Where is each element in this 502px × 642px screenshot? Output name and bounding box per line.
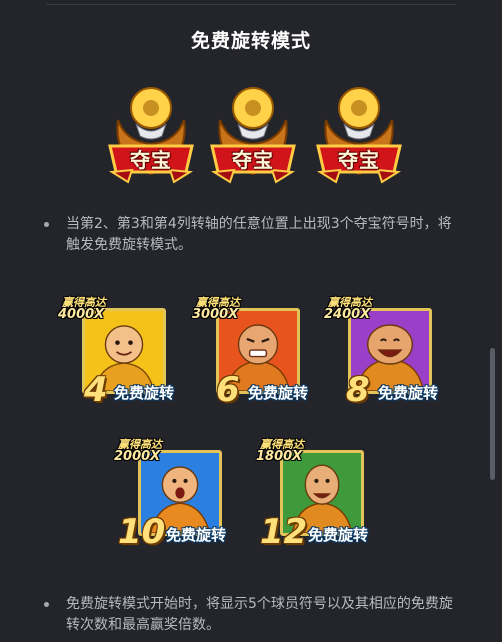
top-divider: [46, 4, 456, 5]
rule-bullet: 免费旋转模式开始时，将显示5个球员符号以及其相应的免费旋转次数和最高赢奖倍数。: [44, 594, 464, 636]
rule-text: 当第2、第3和第4列转轴的任意位置上出现3个夺宝符号时，将触发免费旋转模式。: [66, 216, 452, 253]
rule-text: 免费旋转模式开始时，将显示5个球员符号以及其相应的免费旋转次数和最高赢奖倍数。: [66, 596, 453, 633]
bullet-dot-icon: [44, 222, 49, 227]
max-multiplier: 1800X: [256, 449, 303, 464]
free-spins-count: 8: [346, 370, 370, 410]
treasure-label: 夺宝: [130, 148, 172, 172]
player-card: 赢得高达 2000X 10 免费旋转: [112, 436, 252, 556]
free-spins-label: 免费旋转: [308, 526, 369, 544]
max-multiplier: 4000X: [58, 307, 105, 322]
free-spins-label: 免费旋转: [166, 526, 227, 544]
player-card: 赢得高达 1800X 12 免费旋转: [254, 436, 394, 556]
free-spins-count: 4: [84, 370, 108, 410]
free-spins-count: 10: [118, 512, 166, 552]
max-multiplier: 2400X: [324, 307, 371, 322]
treasure-label: 夺宝: [338, 148, 380, 172]
bullet-dot-icon: [44, 602, 49, 607]
free-spins-label: 免费旋转: [114, 384, 175, 402]
free-spins-label: 免费旋转: [248, 384, 309, 402]
section-title: 免费旋转模式: [190, 30, 311, 52]
player-card: 赢得高达 4000X 4 免费旋转: [56, 294, 196, 414]
max-multiplier: 2000X: [114, 449, 161, 464]
treasure-label: 夺宝: [232, 148, 274, 172]
treasure-badge: 夺宝: [314, 80, 404, 184]
player-card: 赢得高达 3000X 6 免费旋转: [190, 294, 330, 414]
free-spins-count: 6: [216, 370, 240, 410]
scrollbar-thumb[interactable]: [490, 348, 495, 480]
treasure-badge: 夺宝: [106, 80, 196, 184]
treasure-badge: 夺宝: [208, 80, 298, 184]
player-card: 赢得高达 2400X 8 免费旋转: [322, 294, 462, 414]
free-spins-count: 12: [260, 512, 308, 552]
rule-bullet: 当第2、第3和第4列转轴的任意位置上出现3个夺宝符号时，将触发免费旋转模式。: [44, 214, 464, 256]
max-multiplier: 3000X: [192, 307, 239, 322]
free-spins-label: 免费旋转: [378, 384, 439, 402]
